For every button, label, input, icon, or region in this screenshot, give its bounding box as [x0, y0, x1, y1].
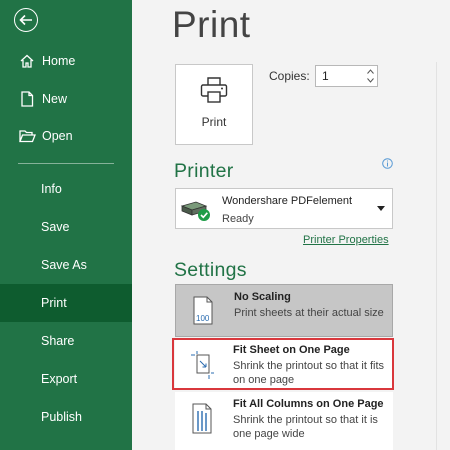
sidebar-item-print[interactable]: Print: [0, 284, 132, 322]
sidebar-item-label: Share: [41, 334, 75, 348]
printer-name: Wondershare PDFelement: [222, 195, 353, 207]
copies-stepper[interactable]: 1: [315, 65, 378, 87]
option-description: Print sheets at their actual size: [234, 307, 384, 319]
sidebar-item-share[interactable]: Share: [0, 322, 132, 360]
fit-columns-icon: [189, 403, 215, 435]
sidebar-item-label: Home: [42, 54, 76, 68]
sidebar-item-label: New: [42, 92, 68, 106]
sidebar-divider: [18, 163, 114, 164]
sidebar-item-label: Publish: [41, 410, 82, 424]
chevron-down-icon: [377, 206, 385, 211]
folder-open-icon: [18, 127, 36, 145]
sidebar-item-home[interactable]: Home: [0, 42, 132, 80]
option-title: Fit All Columns on One Page: [233, 398, 384, 410]
scaling-option-no-scaling[interactable]: 100 No Scaling Print sheets at their act…: [175, 284, 393, 337]
sidebar-item-label: Open: [42, 129, 73, 143]
printer-ready-icon: [180, 197, 214, 228]
page-title: Print: [172, 4, 251, 45]
sidebar-item-save-as[interactable]: Save As: [0, 246, 132, 284]
printer-icon: [199, 76, 229, 109]
sidebar-item-export[interactable]: Export: [0, 360, 132, 398]
backstage-sidebar: Home New Open Info Save Save As Print Sh…: [0, 0, 132, 450]
printer-properties-link[interactable]: Printer Properties: [303, 234, 389, 246]
copies-value: 1: [322, 69, 329, 83]
option-title: No Scaling: [234, 291, 291, 303]
printer-heading: Printer: [174, 160, 234, 182]
back-arrow-icon[interactable]: [14, 8, 38, 32]
printer-dropdown[interactable]: Wondershare PDFelement Ready: [175, 188, 393, 229]
sidebar-item-label: Info: [41, 182, 62, 196]
info-icon[interactable]: [382, 156, 393, 169]
home-icon: [18, 52, 36, 70]
option-description: Shrink the printout so that it is one pa…: [233, 414, 378, 440]
sidebar-item-label: Export: [41, 372, 78, 386]
settings-heading: Settings: [174, 259, 247, 281]
sidebar-item-open[interactable]: Open: [0, 117, 132, 155]
preview-divider: [436, 62, 437, 450]
sidebar-item-save[interactable]: Save: [0, 208, 132, 246]
highlight-box: [172, 338, 394, 390]
sidebar-item-info[interactable]: Info: [0, 170, 132, 208]
printer-status: Ready: [222, 213, 254, 225]
print-panel: Print Print Copies: 1 Printer Wondershar…: [132, 0, 450, 450]
print-button[interactable]: Print: [175, 64, 253, 145]
sidebar-item-publish[interactable]: Publish: [0, 398, 132, 436]
no-scaling-icon: 100: [190, 296, 216, 328]
scaling-option-fit-columns[interactable]: Fit All Columns on One Page Shrink the p…: [175, 392, 393, 450]
sidebar-item-label: Save: [41, 220, 70, 234]
decrement-icon[interactable]: [365, 76, 375, 85]
svg-text:100: 100: [196, 314, 210, 323]
new-document-icon: [18, 90, 36, 108]
sidebar-item-new[interactable]: New: [0, 80, 132, 118]
sidebar-item-label: Save As: [41, 258, 87, 272]
sidebar-item-label: Print: [41, 296, 67, 310]
print-button-label: Print: [201, 115, 227, 129]
increment-icon[interactable]: [365, 67, 375, 76]
copies-label: Copies:: [269, 69, 310, 83]
